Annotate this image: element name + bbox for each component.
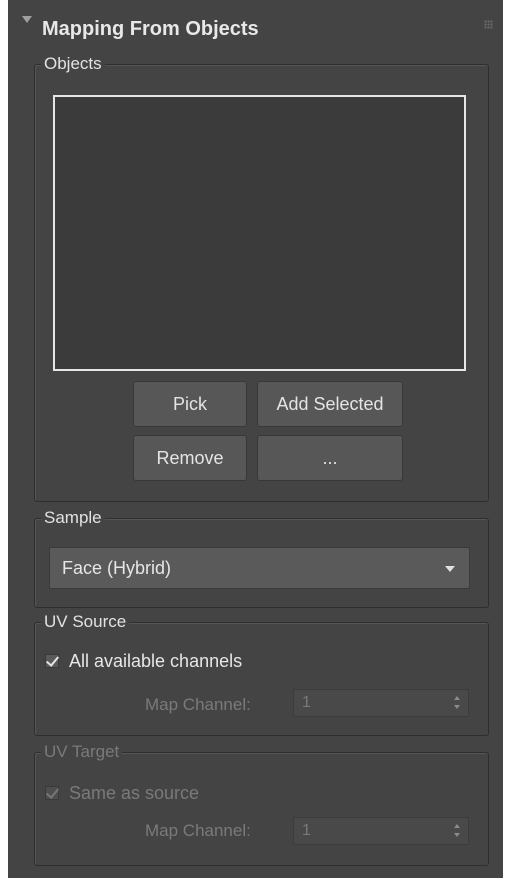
source-map-channel-value: 1 xyxy=(302,694,311,711)
source-map-channel-label: Map Channel: xyxy=(145,695,251,714)
target-map-channel-label: Map Channel: xyxy=(145,821,251,840)
uv-target-group: UV Target Same as source Map Channel: 1 xyxy=(34,741,489,866)
all-channels-label: All available channels xyxy=(69,651,243,671)
spin-up-icon xyxy=(454,824,460,828)
rollout-title: Mapping From Objects xyxy=(42,18,259,40)
uv-source-group: UV Source All available channels Map Cha… xyxy=(34,611,489,736)
objects-list[interactable] xyxy=(53,95,466,371)
sample-dropdown[interactable]: Face (Hybrid) xyxy=(49,547,470,589)
uv-source-group-label: UV Source xyxy=(41,611,130,633)
collapse-arrow-icon[interactable] xyxy=(22,16,32,23)
spin-down-icon xyxy=(454,705,460,709)
sample-group: Sample Face (Hybrid) xyxy=(34,507,489,608)
all-channels-checkbox-row[interactable]: All available channels xyxy=(45,651,325,675)
check-icon xyxy=(45,653,60,667)
target-map-channel-value: 1 xyxy=(302,822,311,839)
sample-group-label: Sample xyxy=(41,507,105,529)
check-icon xyxy=(45,785,60,799)
dropdown-arrow-icon xyxy=(445,566,455,572)
target-map-channel-spinner: 1 xyxy=(293,817,469,845)
source-map-channel-spinner: 1 xyxy=(293,689,469,717)
uv-target-group-label: UV Target xyxy=(41,741,123,763)
remove-button[interactable]: Remove xyxy=(133,435,247,481)
pick-button[interactable]: Pick xyxy=(133,381,247,427)
spin-up-icon xyxy=(454,696,460,700)
same-as-source-checkbox xyxy=(45,785,60,800)
sample-dropdown-value: Face (Hybrid) xyxy=(62,558,172,578)
objects-group: Objects Pick Add Selected Remove ... xyxy=(34,53,489,502)
all-channels-checkbox[interactable] xyxy=(45,653,60,668)
rollout-header[interactable]: Mapping From Objects xyxy=(8,8,503,48)
add-selected-button[interactable]: Add Selected xyxy=(257,381,403,427)
same-as-source-label: Same as source xyxy=(69,783,200,803)
same-as-source-checkbox-row: Same as source xyxy=(45,783,245,807)
spin-down-icon xyxy=(454,833,460,837)
objects-group-label: Objects xyxy=(41,53,105,75)
more-button[interactable]: ... xyxy=(257,435,403,481)
mapping-from-objects-rollout: Mapping From Objects Objects Pick Add Se… xyxy=(8,0,503,878)
grip-icon[interactable] xyxy=(484,20,493,29)
